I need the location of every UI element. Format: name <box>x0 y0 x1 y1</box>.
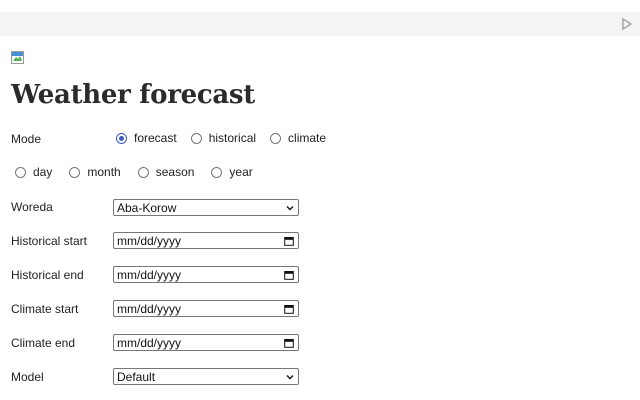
radio-button[interactable] <box>211 166 223 178</box>
historical-end-label: Historical end <box>11 268 84 282</box>
radio-button[interactable] <box>137 166 149 178</box>
radio-label: month <box>87 165 121 179</box>
radio-button[interactable] <box>270 132 282 144</box>
play-icon[interactable] <box>620 17 634 31</box>
period-radio-group: day month season year <box>15 165 253 179</box>
historical-start-value: mm/dd/yyyy <box>117 233 182 248</box>
radio-button[interactable] <box>116 132 127 144</box>
mode-label: Mode <box>11 132 42 146</box>
historical-end-value: mm/dd/yyyy <box>117 267 182 282</box>
mode-option-historical[interactable]: historical <box>190 131 257 145</box>
chevron-down-icon <box>286 375 294 380</box>
historical-start-input[interactable]: mm/dd/yyyy <box>113 232 299 249</box>
radio-button[interactable] <box>69 166 81 178</box>
radio-label: historical <box>208 131 257 145</box>
calendar-icon[interactable] <box>284 236 294 246</box>
woreda-select-value: Aba-Korow <box>117 200 177 215</box>
period-option-day[interactable]: day <box>15 165 52 179</box>
climate-start-input[interactable]: mm/dd/yyyy <box>113 300 299 317</box>
model-label: Model <box>11 370 44 384</box>
calendar-icon[interactable] <box>284 270 294 280</box>
radio-label: year <box>229 165 253 179</box>
climate-end-label: Climate end <box>11 336 76 350</box>
mode-option-forecast[interactable]: forecast <box>116 131 177 145</box>
broken-image-icon <box>11 51 24 64</box>
historical-end-input[interactable]: mm/dd/yyyy <box>113 266 299 283</box>
calendar-icon[interactable] <box>284 304 294 314</box>
radio-button[interactable] <box>190 132 202 144</box>
period-option-season[interactable]: season <box>137 165 195 179</box>
climate-start-label: Climate start <box>11 302 79 316</box>
radio-label: forecast <box>134 131 177 145</box>
radio-button[interactable] <box>15 166 26 178</box>
radio-label: season <box>155 165 195 179</box>
historical-start-label: Historical start <box>11 234 88 248</box>
period-option-month[interactable]: month <box>69 165 121 179</box>
mode-radio-group: forecast historical climate <box>116 131 326 145</box>
woreda-select[interactable]: Aba-Korow <box>113 199 299 216</box>
climate-end-value: mm/dd/yyyy <box>117 335 182 350</box>
page-title: Weather forecast <box>11 80 255 110</box>
mode-option-climate[interactable]: climate <box>270 131 326 145</box>
chevron-down-icon <box>286 206 294 211</box>
calendar-icon[interactable] <box>284 338 294 348</box>
woreda-label: Woreda <box>11 200 53 214</box>
top-toolbar <box>0 12 640 36</box>
radio-label: climate <box>288 131 327 145</box>
model-select-value: Default <box>117 369 156 384</box>
radio-label: day <box>33 165 53 179</box>
period-option-year[interactable]: year <box>211 165 253 179</box>
climate-start-value: mm/dd/yyyy <box>117 301 182 316</box>
model-select[interactable]: Default <box>113 368 299 385</box>
climate-end-input[interactable]: mm/dd/yyyy <box>113 334 299 351</box>
